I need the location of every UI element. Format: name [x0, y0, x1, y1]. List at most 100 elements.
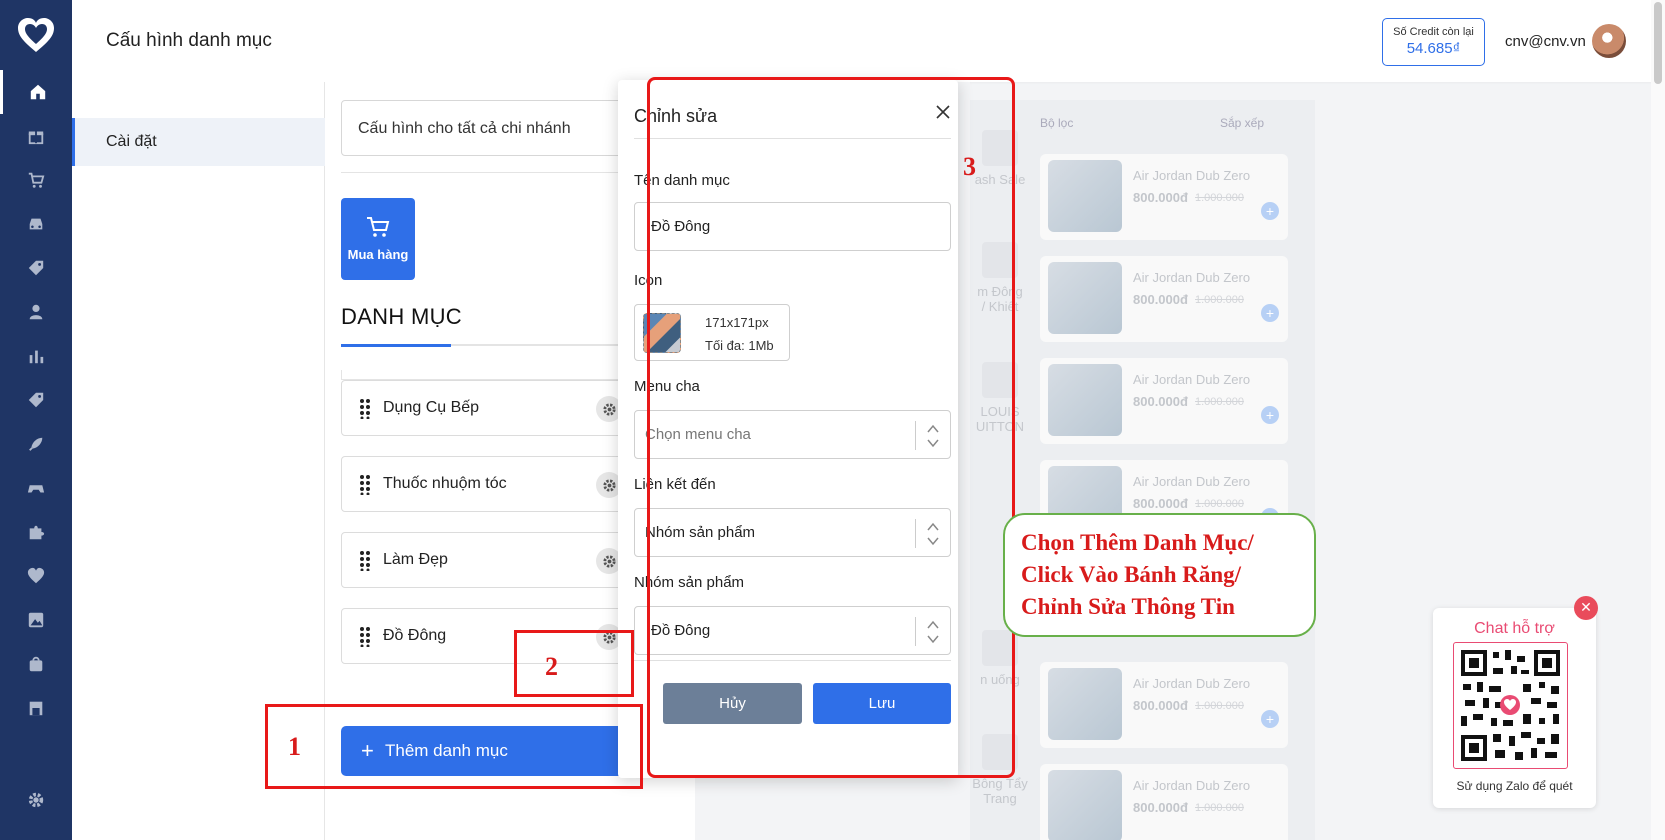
filter-label: Bộ lọc — [1040, 116, 1074, 130]
category-name: Đồ Đông — [383, 627, 447, 644]
callout-line: Chọn Thêm Danh Mục/ — [1021, 530, 1254, 555]
annotation-box-1 — [265, 704, 643, 789]
list-item[interactable]: Dụng Cụ Bếp — [341, 380, 648, 436]
instruction-callout: Chọn Thêm Danh Mục/ Click Vào Bánh Răng/… — [1003, 513, 1316, 637]
product-price: 800.000đ — [1133, 800, 1188, 815]
preview-product-card: Air Jordan Dub Zero 800.000đ 1.000.000 + — [1040, 662, 1288, 748]
category-name: Dụng Cụ Bếp — [383, 399, 480, 416]
product-price: 800.000đ — [1133, 698, 1188, 713]
preview-filter-bar: Bộ lọc Sắp xếp — [1040, 112, 1290, 136]
section-underline — [341, 344, 646, 347]
product-name: Air Jordan Dub Zero — [1133, 778, 1251, 793]
list-item[interactable]: Làm Đẹp — [341, 532, 648, 588]
gift-icon[interactable] — [0, 114, 72, 158]
product-old-price: 1.000.000 — [1195, 294, 1244, 306]
callout-line: Click Vào Bánh Răng/ — [1021, 562, 1242, 587]
callout-line: Chỉnh Sửa Thông Tin — [1021, 594, 1235, 619]
product-name: Air Jordan Dub Zero — [1133, 372, 1251, 387]
tag-icon[interactable] — [0, 246, 72, 290]
branch-select[interactable]: Cấu hình cho tất cả chi nhánh — [341, 100, 661, 156]
category-name: Thuốc nhuộm tóc — [383, 475, 507, 492]
drag-handle-icon[interactable] — [360, 399, 370, 419]
buy-tile[interactable]: Mua hàng — [341, 198, 415, 280]
user-icon[interactable] — [0, 290, 72, 334]
rocket-icon[interactable] — [0, 422, 72, 466]
gamepad-icon[interactable] — [0, 466, 72, 510]
product-old-price: 1.000.000 — [1195, 192, 1244, 204]
bag-icon[interactable] — [0, 642, 72, 686]
buy-tile-label: Mua hàng — [347, 247, 409, 262]
credit-balance[interactable]: Số Credit còn lại 54.685₫ — [1382, 18, 1485, 66]
preview-product-card: Air Jordan Dub Zero 800.000đ 1.000.000 + — [1040, 358, 1288, 444]
drag-handle-icon[interactable] — [360, 475, 370, 495]
credit-label: Số Credit còn lại — [1393, 26, 1474, 38]
annotation-box-2 — [514, 630, 634, 697]
product-price: 800.000đ — [1133, 394, 1188, 409]
list-item[interactable]: Thuốc nhuộm tóc — [341, 456, 648, 512]
close-chat-icon[interactable]: ✕ — [1574, 596, 1598, 620]
settings-icon[interactable] — [0, 778, 72, 822]
page-title: Cấu hình danh mục — [106, 30, 272, 51]
product-thumb — [1048, 262, 1122, 334]
preview-product-card: Air Jordan Dub Zero 800.000đ 1.000.000 — [1040, 764, 1288, 840]
step-number-2: 2 — [545, 652, 558, 681]
sidebar — [0, 0, 72, 840]
add-product-icon: + — [1261, 202, 1279, 220]
active-tab-indicator — [341, 344, 451, 347]
chat-caption: Sử dụng Zalo để quét — [1456, 779, 1573, 793]
step-number-3: 3 — [963, 152, 976, 181]
add-product-icon: + — [1261, 406, 1279, 424]
preview-product-card: Air Jordan Dub Zero 800.000đ 1.000.000 + — [1040, 154, 1288, 240]
scrollbar-thumb[interactable] — [1654, 2, 1662, 84]
product-price: 800.000đ — [1133, 190, 1188, 205]
logo-heart-icon[interactable] — [14, 14, 58, 58]
product-price: 800.000đ — [1133, 496, 1188, 511]
product-thumb — [1048, 364, 1122, 436]
annotation-box-3 — [647, 77, 1015, 778]
product-name: Air Jordan Dub Zero — [1133, 168, 1251, 183]
preview-product-card: Air Jordan Dub Zero 800.000đ 1.000.000 + — [1040, 256, 1288, 342]
step-number-1: 1 — [288, 732, 301, 761]
store-icon[interactable] — [0, 686, 72, 730]
product-old-price: 1.000.000 — [1195, 498, 1244, 510]
credit-value: 54.685₫ — [1406, 40, 1461, 57]
add-product-icon: + — [1261, 710, 1279, 728]
product-old-price: 1.000.000 — [1195, 396, 1244, 408]
cart-icon — [367, 217, 390, 237]
sort-label: Sắp xếp — [1220, 116, 1265, 130]
list-top-edge — [341, 370, 646, 380]
puzzle-icon[interactable] — [0, 510, 72, 554]
heart-icon[interactable] — [0, 554, 72, 598]
home-icon[interactable] — [0, 70, 72, 114]
chat-title: Chat hỗ trợ — [1474, 620, 1555, 637]
tag-icon[interactable] — [0, 378, 72, 422]
product-name: Air Jordan Dub Zero — [1133, 270, 1251, 285]
car-icon[interactable] — [0, 202, 72, 246]
product-thumb — [1048, 770, 1122, 840]
cart-icon[interactable] — [0, 158, 72, 202]
user-email[interactable]: cnv@cnv.vn — [1505, 33, 1586, 50]
settings-nav-label: Cài đặt — [106, 133, 157, 150]
product-thumb — [1048, 160, 1122, 232]
drag-handle-icon[interactable] — [360, 551, 370, 571]
product-thumb — [1048, 668, 1122, 740]
top-header: Cấu hình danh mục Số Credit còn lại 54.6… — [72, 0, 1665, 82]
side-category-label: Bông Tẩy Trang — [972, 776, 1028, 806]
product-name: Air Jordan Dub Zero — [1133, 676, 1251, 691]
add-product-icon: + — [1261, 304, 1279, 322]
settings-nav-item[interactable]: Cài đặt — [72, 118, 325, 166]
section-title: DANH MỤC — [341, 304, 462, 329]
product-price: 800.000đ — [1133, 292, 1188, 307]
scrollbar[interactable] — [1651, 0, 1665, 840]
product-old-price: 1.000.000 — [1195, 700, 1244, 712]
chart-icon[interactable] — [0, 334, 72, 378]
zalo-qr-code — [1453, 642, 1568, 769]
divider — [341, 172, 646, 173]
chat-support-widget[interactable]: Chat hỗ trợ Sử dụng Zalo để quét — [1433, 608, 1596, 808]
avatar[interactable] — [1592, 24, 1626, 58]
product-name: Air Jordan Dub Zero — [1133, 474, 1251, 489]
category-name: Làm Đẹp — [383, 551, 448, 568]
branch-select-value: Cấu hình cho tất cả chi nhánh — [358, 120, 571, 137]
image-icon[interactable] — [0, 598, 72, 642]
drag-handle-icon[interactable] — [360, 627, 370, 647]
